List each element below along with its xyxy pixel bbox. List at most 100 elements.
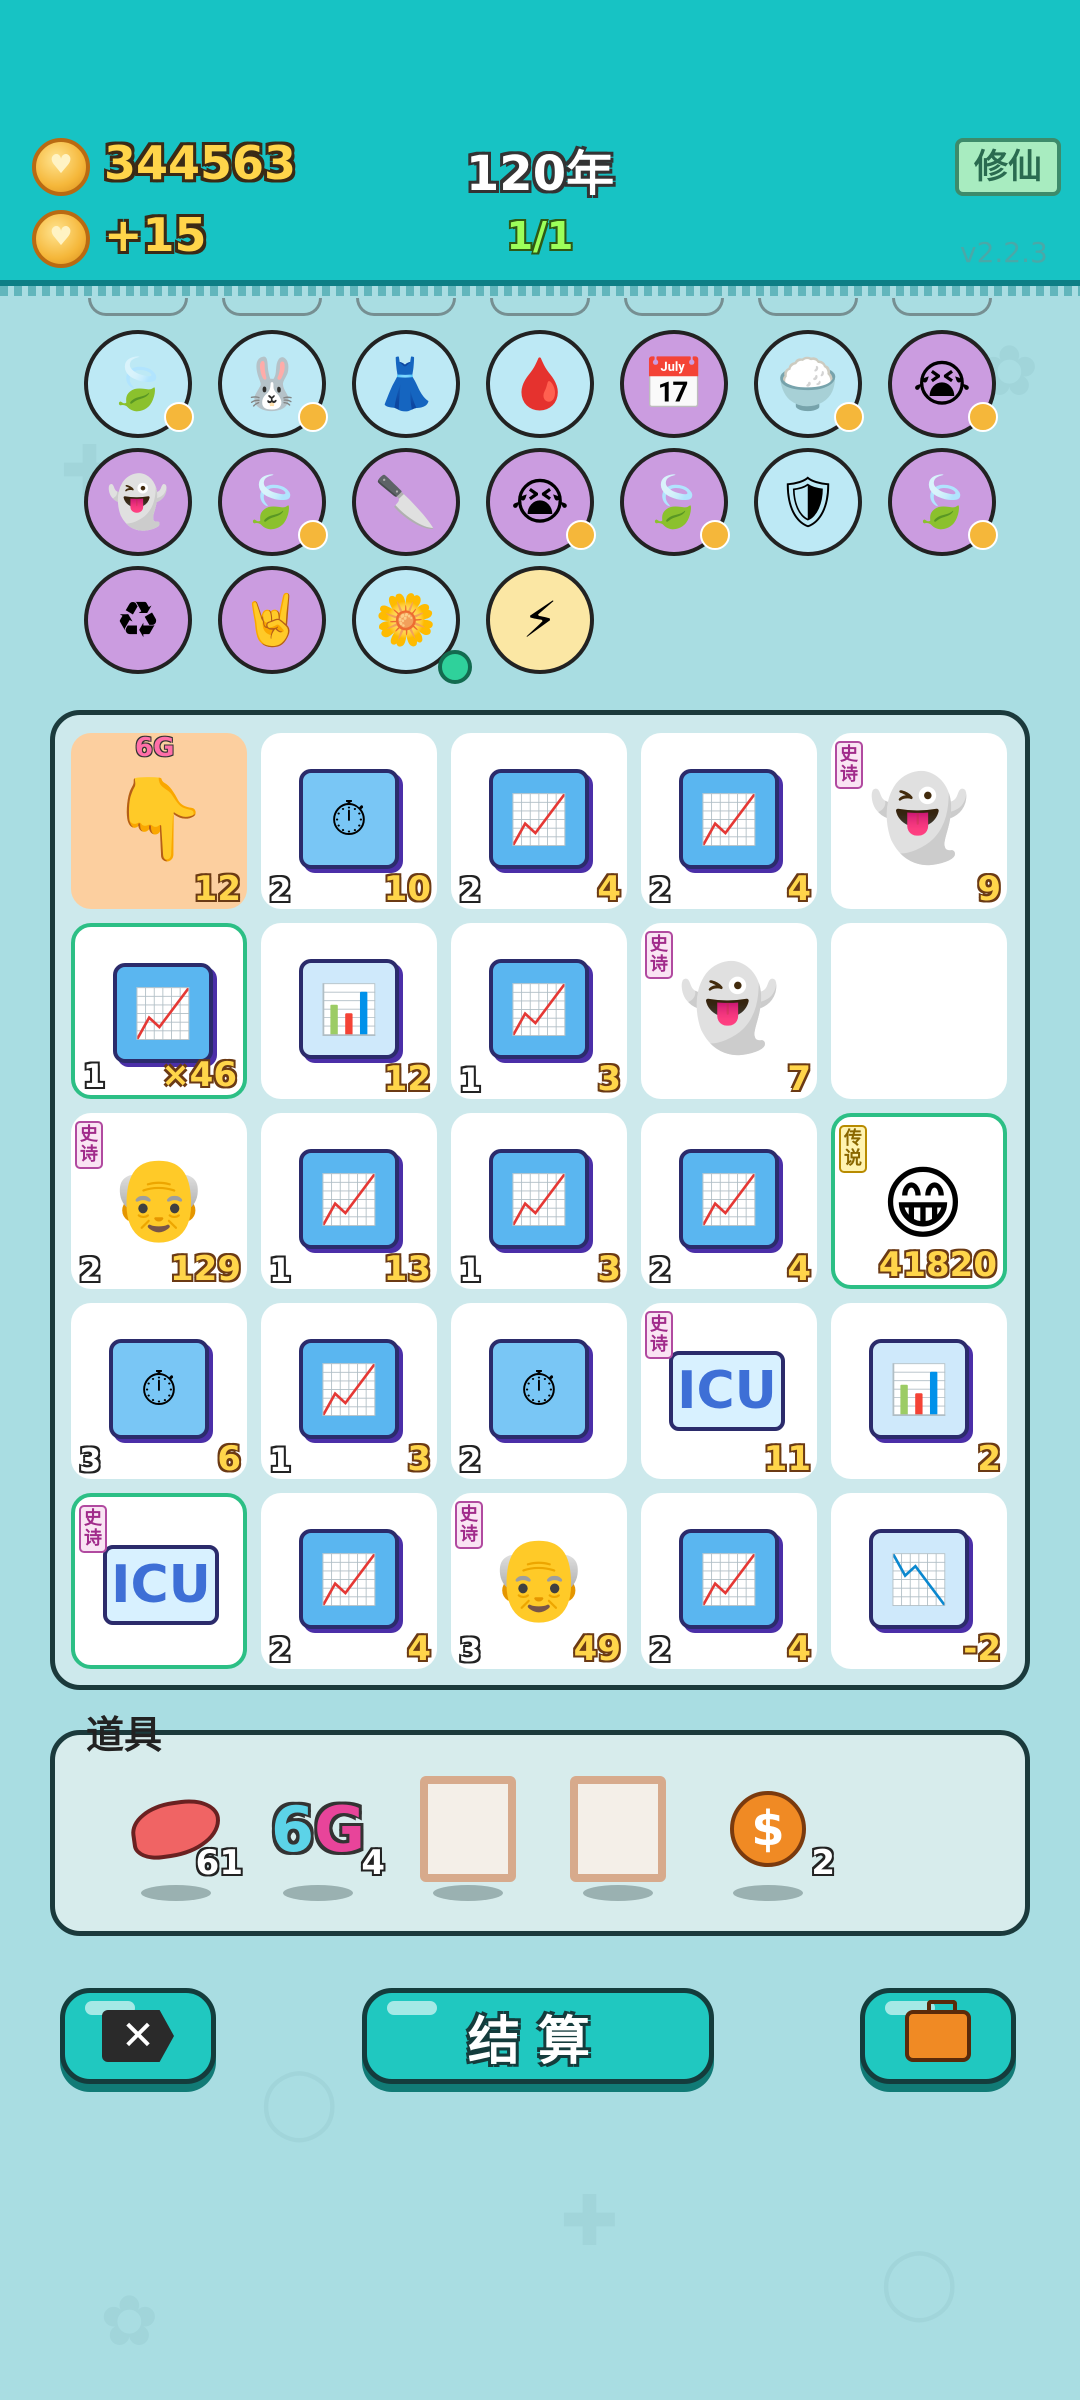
cell-level: 2 [459, 1441, 482, 1479]
heart-badge-icon [700, 520, 730, 550]
cell-value: 4 [597, 869, 621, 909]
ghost-traffic-icon[interactable]: 👻 [84, 448, 192, 556]
board-cell[interactable]: 📈 1 13 [261, 1113, 437, 1289]
shadow [583, 1885, 653, 1901]
board-cell[interactable]: 📈 2 4 [641, 1493, 817, 1669]
heart-badge-icon [968, 520, 998, 550]
cell-value: 9 [977, 869, 1001, 909]
liver-item[interactable]: 61 [121, 1775, 243, 1905]
shadow [433, 1885, 503, 1901]
board-cell[interactable]: 📈 1 3 [451, 1113, 627, 1289]
bag-row-partial [356, 298, 456, 316]
status-dot [438, 650, 472, 684]
board-cell[interactable]: 📈 1 3 [451, 923, 627, 1099]
board-cell[interactable]: 📉 -2 [831, 1493, 1007, 1669]
cell-level: 2 [269, 871, 292, 909]
recycle-icon-glyph: ♻ [115, 591, 161, 649]
heart-badge-icon [968, 402, 998, 432]
board-cell[interactable]: ICU 史诗 11 [641, 1303, 817, 1479]
6g-icon: 6G [270, 1792, 366, 1866]
frame-icon [420, 1776, 516, 1882]
lightning-icon[interactable]: ⚡ [486, 566, 594, 674]
board-cell[interactable]: ⏱ 2 [451, 1303, 627, 1479]
top-bar: 344563 +15 120年 1/1 修仙 v2.2.3 [0, 0, 1080, 296]
recycle-icon[interactable]: ♻ [84, 566, 192, 674]
briefcase-icon [905, 2000, 971, 2062]
board-cell[interactable]: 📈 2 4 [451, 733, 627, 909]
cell-value: 7 [787, 1059, 811, 1099]
cleaver-icon[interactable]: 🔪 [352, 448, 460, 556]
board-cell[interactable]: 👇 6G 12 [71, 733, 247, 909]
bg-plus-deco: ✚ [560, 2180, 619, 2262]
board-cell[interactable]: ⏱ 3 6 [71, 1303, 247, 1479]
chart-up-icon: 📊 [869, 1339, 969, 1439]
board-cell[interactable]: 📈 2 4 [641, 733, 817, 909]
skirt-icon[interactable]: 👗 [352, 330, 460, 438]
inventory-button[interactable] [860, 1988, 1016, 2084]
empty-item-slot[interactable] [563, 1775, 673, 1905]
face-icon: 👴 [489, 1532, 589, 1625]
flower-pot-icon-glyph: 🌼 [374, 590, 438, 649]
board-cell[interactable]: 📈 1 3 [261, 1303, 437, 1479]
growth-icon: 📈 [113, 963, 213, 1063]
board-cell[interactable]: 📊 12 [261, 923, 437, 1099]
board-cell[interactable]: ICU 史诗 [71, 1493, 247, 1669]
coin-icon [32, 210, 90, 268]
cell-value: 11 [763, 1439, 811, 1479]
cell-level: 2 [269, 1631, 292, 1669]
empty-item-slot[interactable] [413, 1775, 523, 1905]
cell-level: 1 [83, 1057, 106, 1095]
shield-wrench-icon[interactable]: 🛡 [754, 448, 862, 556]
board-cell[interactable]: 📊 2 [831, 1303, 1007, 1479]
growth-icon: 📈 [299, 1339, 399, 1439]
close-icon: ✕ [102, 2010, 174, 2062]
calendar-icon[interactable]: 📅 [620, 330, 728, 438]
rabbit-icon-glyph: 🐰 [240, 354, 304, 413]
cultivation-button[interactable]: 修仙 [955, 138, 1061, 196]
props-title: 道具 [86, 1713, 163, 1757]
cell-level: 2 [459, 871, 482, 909]
item-count: 4 [361, 1843, 385, 1883]
cell-value: 41820 [878, 1245, 997, 1285]
heart-badge-icon [298, 520, 328, 550]
hand-icon: 👇 [109, 772, 209, 865]
blood-bag-icon[interactable]: 🩸 [486, 330, 594, 438]
6g-item[interactable]: 6G 4 [263, 1775, 385, 1905]
growth-icon: 📈 [299, 1149, 399, 1249]
board-cell[interactable]: 👴 史诗 2 129 [71, 1113, 247, 1289]
cell-value: 12 [383, 1059, 431, 1099]
settle-button[interactable]: 结算 [362, 1988, 714, 2084]
board-cell[interactable]: 👴 史诗 3 49 [451, 1493, 627, 1669]
coin-total: 344563 [104, 136, 297, 190]
board-cell[interactable]: 😁 传说 41820 [831, 1113, 1007, 1289]
board-cell[interactable]: ⏱ 2 10 [261, 733, 437, 909]
coin-income: +15 [104, 208, 207, 262]
rock-hand-icon-glyph: 🤘 [240, 590, 304, 649]
bg-circle-deco: ◯ [880, 2240, 959, 2322]
growth-icon: 📈 [679, 769, 779, 869]
growth-icon: 📈 [489, 959, 589, 1059]
cell-value: 3 [597, 1249, 621, 1289]
board-cell[interactable]: 📈 2 4 [641, 1113, 817, 1289]
board-cell[interactable]: 📈 2 4 [261, 1493, 437, 1669]
heart-badge-icon [834, 402, 864, 432]
dollar-coin-item[interactable]: $ 2 [713, 1775, 835, 1905]
cell-value: 49 [573, 1629, 621, 1669]
remove-button[interactable]: ✕ [60, 1988, 216, 2084]
rock-hand-icon[interactable]: 🤘 [218, 566, 326, 674]
cell-level: 1 [459, 1251, 482, 1289]
cell-value: 3 [597, 1059, 621, 1099]
slot-board: 👇 6G 12 ⏱ 2 10 📈 2 4 📈 2 4 👻 史诗 9 📈 1 ×46 📊 12 📈 1 3 👻 史诗 7 👴 史诗 2 12… [50, 710, 1030, 1690]
clock-icon: ⏱ [299, 769, 399, 869]
shield-wrench-icon-glyph: 🛡 [776, 472, 840, 531]
cell-value: 4 [787, 869, 811, 909]
bg-flower-deco: ✿ [100, 2280, 159, 2362]
board-cell[interactable]: 👻 史诗 9 [831, 733, 1007, 909]
board-cell[interactable] [831, 923, 1007, 1099]
cell-value: 3 [407, 1439, 431, 1479]
ghost-traffic-icon-glyph: 👻 [106, 472, 170, 531]
board-cell[interactable]: 📈 1 ×46 [71, 923, 247, 1099]
bag-row-partial [758, 298, 858, 316]
board-cell[interactable]: 👻 史诗 7 [641, 923, 817, 1099]
dollar-icon: $ [730, 1791, 806, 1867]
